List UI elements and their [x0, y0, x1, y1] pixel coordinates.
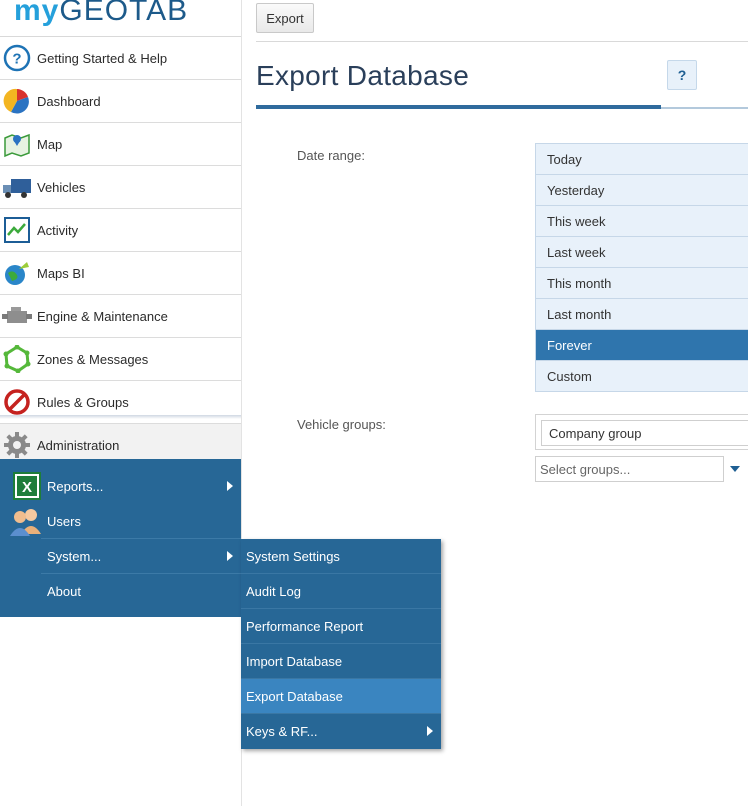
svg-text:?: ?	[12, 51, 21, 68]
group-tag[interactable]: Company group	[541, 420, 748, 446]
dashboard-icon	[2, 86, 32, 116]
nav-maps-bi[interactable]: Maps BI	[0, 252, 241, 295]
nav-label: Vehicles	[37, 179, 86, 195]
date-range-option[interactable]: Yesterday	[536, 175, 748, 206]
excel-icon: X	[13, 472, 41, 503]
nav-dashboard[interactable]: Dashboard	[0, 80, 241, 123]
date-range-option[interactable]: This month	[536, 268, 748, 299]
submenu-arrow-icon	[227, 481, 233, 491]
nav-label: Engine & Maintenance	[37, 308, 168, 324]
menu-item-label: Performance Report	[246, 619, 364, 634]
menu-item-reports[interactable]: X Reports...	[0, 469, 241, 504]
date-range-option[interactable]: Last week	[536, 237, 748, 268]
date-range-option[interactable]: This week	[536, 206, 748, 237]
mygeotab-logo[interactable]: myGEOTAB	[0, 0, 241, 37]
title-underline	[256, 105, 661, 109]
administration-submenu: X Reports... Users System... About	[0, 459, 241, 617]
map-icon	[2, 129, 32, 159]
zones-icon	[2, 344, 32, 374]
main-nav: ? Getting Started & Help Dashboard Map V…	[0, 37, 241, 467]
users-icon	[9, 506, 43, 539]
menu-item-label: Audit Log	[246, 584, 301, 599]
chevron-down-icon[interactable]	[730, 466, 740, 472]
svg-text:X: X	[22, 479, 32, 496]
logo-my-text: my	[14, 0, 60, 27]
engine-icon	[2, 301, 32, 331]
date-range-option[interactable]: Last month	[536, 299, 748, 330]
menu-item-keys-rf[interactable]: Keys & RF...	[241, 714, 441, 749]
menu-item-system-settings[interactable]: System Settings	[241, 539, 441, 574]
menu-item-label: Keys & RF...	[246, 724, 318, 739]
nav-zones-messages[interactable]: Zones & Messages	[0, 338, 241, 381]
rules-icon	[2, 387, 32, 417]
menu-item-system[interactable]: System...	[0, 539, 241, 574]
menu-item-label: Users	[47, 514, 81, 529]
menu-item-import-database[interactable]: Import Database	[241, 644, 441, 679]
toolbar: Export	[256, 3, 314, 33]
nav-engine-maintenance[interactable]: Engine & Maintenance	[0, 295, 241, 338]
title-underline-rest	[661, 107, 748, 109]
nav-map[interactable]: Map	[0, 123, 241, 166]
truck-icon	[2, 172, 32, 202]
vehicle-groups-label: Vehicle groups:	[297, 417, 386, 432]
date-range-label: Date range:	[297, 148, 365, 163]
date-range-option-selected[interactable]: Forever	[536, 330, 748, 361]
help-button[interactable]: ?	[667, 60, 697, 90]
nav-label: Activity	[37, 222, 79, 238]
submenu-arrow-icon	[227, 551, 233, 561]
nav-label: Zones & Messages	[37, 351, 149, 367]
menu-item-label: System...	[47, 549, 102, 564]
menu-item-label: System Settings	[246, 549, 340, 564]
nav-label: Rules & Groups	[37, 394, 129, 410]
nav-getting-started[interactable]: ? Getting Started & Help	[0, 37, 241, 80]
system-submenu: System Settings Audit Log Performance Re…	[241, 539, 441, 749]
menu-item-label: Export Database	[246, 689, 343, 704]
nav-label: Administration	[37, 437, 120, 453]
selected-groups-box: Company group	[535, 414, 748, 450]
menu-item-about[interactable]: About	[0, 574, 241, 609]
nav-label: Dashboard	[37, 93, 101, 109]
gear-icon	[2, 430, 32, 460]
date-range-list: Today Yesterday This week Last week This…	[535, 143, 748, 392]
date-range-option[interactable]: Today	[536, 144, 748, 175]
page-title: Export Database	[256, 60, 470, 91]
nav-label: Maps BI	[37, 265, 85, 281]
logo-geotab-text: GEOTAB	[59, 0, 189, 27]
date-range-option[interactable]: Custom	[536, 361, 748, 391]
sidebar: myGEOTAB ? Getting Started & Help Dashbo…	[0, 0, 242, 806]
menu-item-performance-report[interactable]: Performance Report	[241, 609, 441, 644]
nav-vehicles[interactable]: Vehicles	[0, 166, 241, 209]
nav-label: Map	[37, 136, 63, 152]
submenu-arrow-icon	[427, 726, 433, 736]
menu-item-label: Import Database	[246, 654, 343, 669]
export-button[interactable]: Export	[256, 3, 314, 33]
nav-label: Getting Started & Help	[37, 50, 168, 66]
menu-item-export-database[interactable]: Export Database	[241, 679, 441, 714]
menu-item-label: About	[47, 584, 81, 599]
menu-item-users[interactable]: Users	[0, 504, 241, 539]
group-search-input[interactable]	[535, 456, 724, 482]
maps-bi-icon	[2, 258, 32, 288]
nav-divider	[0, 415, 241, 419]
toolbar-divider	[256, 41, 748, 42]
menu-item-label: Reports...	[47, 479, 104, 494]
nav-activity[interactable]: Activity	[0, 209, 241, 252]
menu-item-audit-log[interactable]: Audit Log	[241, 574, 441, 609]
help-icon: ?	[2, 43, 32, 73]
activity-icon	[2, 215, 32, 245]
